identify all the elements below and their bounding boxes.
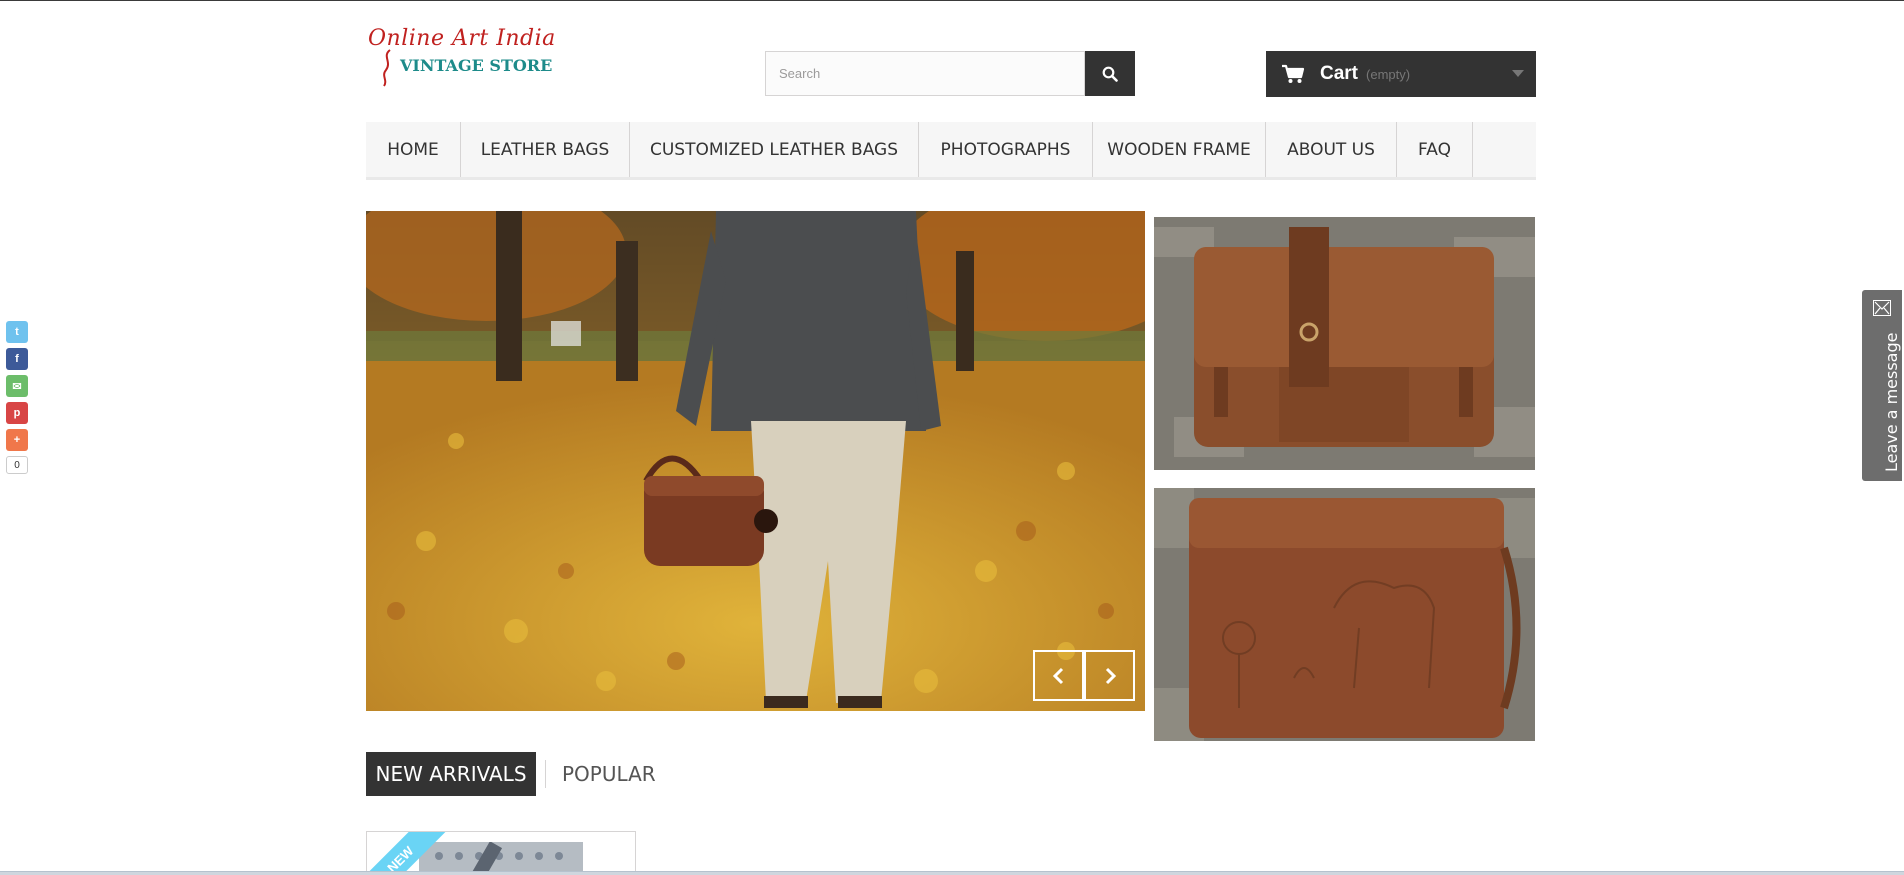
logo-subtitle: VINTAGE STORE bbox=[400, 56, 553, 75]
homepage-slider[interactable] bbox=[366, 211, 1145, 711]
menu-item-leather-bags[interactable]: LEATHER BAGS bbox=[461, 122, 630, 177]
email-icon: ✉ bbox=[12, 380, 22, 393]
chevron-down-icon[interactable] bbox=[1512, 70, 1524, 77]
slider-prev-button[interactable] bbox=[1033, 650, 1084, 701]
banner-leather-bag-1[interactable] bbox=[1154, 217, 1535, 470]
logo-swirl-icon bbox=[383, 49, 391, 87]
search-box bbox=[765, 51, 1085, 96]
menu-item-photographs[interactable]: PHOTOGRAPHS bbox=[919, 122, 1093, 177]
banner-leather-bag-2[interactable] bbox=[1154, 488, 1535, 741]
menu-item-customized-leather-bags[interactable]: CUSTOMIZED LEATHER BAGS bbox=[630, 122, 919, 177]
envelope-icon bbox=[1873, 300, 1891, 316]
facebook-share-button[interactable]: f bbox=[6, 348, 28, 370]
slider-image bbox=[366, 211, 1145, 711]
cart-status: (empty) bbox=[1366, 66, 1411, 82]
plus-icon: + bbox=[13, 434, 21, 446]
twitter-icon: t bbox=[15, 326, 19, 338]
twitter-share-button[interactable]: t bbox=[6, 321, 28, 343]
chevron-left-icon bbox=[1052, 667, 1063, 684]
logo-title: Online Art India bbox=[368, 26, 556, 51]
menu-item-wooden-frame[interactable]: WOODEN FRAME bbox=[1093, 122, 1266, 177]
pinterest-share-button[interactable]: p bbox=[6, 402, 28, 424]
more-share-button[interactable]: + bbox=[6, 429, 28, 451]
menu-item-home[interactable]: HOME bbox=[366, 122, 461, 177]
bottom-bar bbox=[0, 871, 1904, 875]
pinterest-icon: p bbox=[13, 407, 21, 419]
product-card[interactable]: NEW bbox=[366, 831, 636, 875]
tab-new-arrivals[interactable]: NEW ARRIVALS bbox=[366, 752, 536, 796]
search-icon bbox=[1102, 66, 1118, 82]
cart-button[interactable]: Cart (empty) bbox=[1266, 51, 1536, 97]
main-menu: HOME LEATHER BAGS CUSTOMIZED LEATHER BAG… bbox=[366, 122, 1536, 180]
cart-icon bbox=[1282, 64, 1305, 83]
store-logo[interactable]: Online Art India VINTAGE STORE bbox=[366, 26, 566, 88]
banner-image bbox=[1154, 217, 1535, 470]
leave-message-label: Leave a message bbox=[1882, 332, 1901, 472]
chevron-right-icon bbox=[1105, 667, 1116, 684]
menu-item-faq[interactable]: FAQ bbox=[1397, 122, 1473, 177]
leave-message-tab[interactable]: Leave a message bbox=[1862, 290, 1902, 481]
banner-image bbox=[1154, 488, 1535, 741]
slider-next-button[interactable] bbox=[1084, 650, 1135, 701]
email-share-button[interactable]: ✉ bbox=[6, 375, 28, 397]
search-button[interactable] bbox=[1085, 51, 1135, 96]
menu-item-about-us[interactable]: ABOUT US bbox=[1266, 122, 1397, 177]
share-count: 0 bbox=[6, 456, 28, 474]
search-input[interactable] bbox=[766, 52, 1084, 95]
cart-label: Cart bbox=[1320, 63, 1359, 84]
social-share-bar: t f ✉ p + 0 bbox=[6, 321, 28, 474]
facebook-icon: f bbox=[15, 353, 19, 365]
tab-divider bbox=[545, 760, 546, 788]
top-border bbox=[0, 0, 1904, 1]
tab-popular[interactable]: POPULAR bbox=[562, 752, 656, 796]
